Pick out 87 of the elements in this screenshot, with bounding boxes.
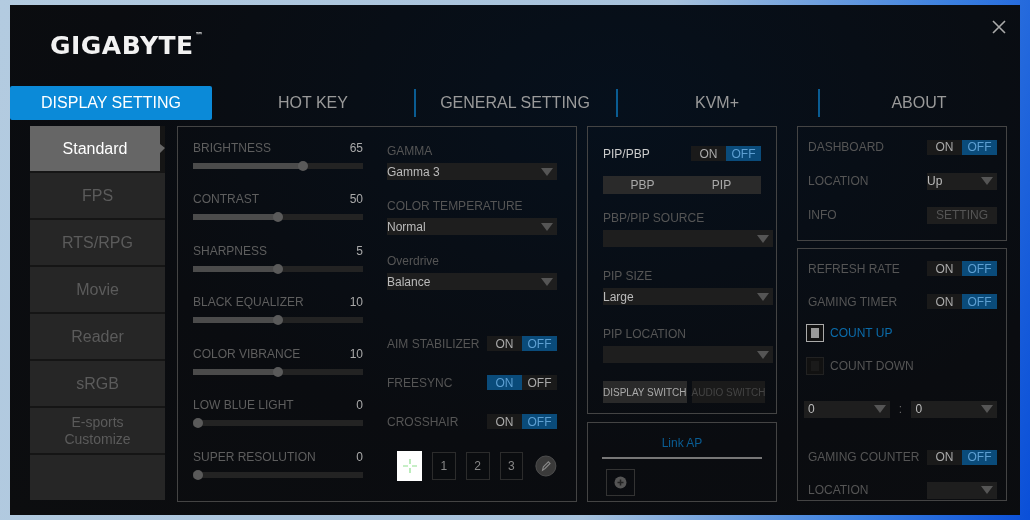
dropdown-label: PBP/PIP SOURCE: [603, 211, 706, 225]
dropdown-label: PIP LOCATION: [603, 327, 687, 341]
slider-label: CONTRAST: [193, 192, 259, 209]
on-off-switch[interactable]: ON OFF: [487, 336, 557, 351]
on-off-switch[interactable]: ON OFF: [487, 375, 557, 390]
slider-value: 50: [349, 192, 363, 209]
dropdown-label: COLOR TEMPERATURE: [387, 199, 524, 213]
slider-value: 5: [356, 243, 363, 260]
mode-button[interactable]: PIP: [682, 176, 761, 194]
slider[interactable]: [193, 368, 363, 375]
switch-label: REFRESH RATE: [808, 261, 900, 276]
caret-icon: [757, 350, 769, 359]
mode-button[interactable]: PBP: [603, 176, 682, 194]
dropdown-label: LOCATION: [808, 174, 869, 188]
caret-icon: [757, 292, 769, 301]
switch-label: PIP/PBP: [603, 146, 650, 161]
pencil-icon[interactable]: [535, 453, 557, 479]
tab[interactable]: ABOUT: [818, 86, 1020, 120]
tab[interactable]: KVM+: [616, 86, 818, 120]
dropdown[interactable]: 0: [804, 400, 890, 418]
radio-label[interactable]: COUNT UP: [830, 325, 893, 340]
crosshair-preview[interactable]: [397, 451, 423, 481]
tab[interactable]: DISPLAY SETTING: [10, 86, 212, 120]
crosshair-slot[interactable]: 3: [499, 452, 524, 480]
caret-icon: [873, 405, 886, 414]
slider-label: BLACK EQUALIZER: [193, 295, 304, 312]
dropdown[interactable]: Gamma 3: [387, 163, 557, 180]
dropdown[interactable]: Normal: [387, 218, 557, 235]
dropdown[interactable]: Balance: [387, 273, 557, 290]
on-off-switch[interactable]: ON OFF: [927, 449, 997, 465]
switch-label: GAMING COUNTER: [808, 450, 920, 465]
slider-value: 65: [349, 141, 363, 157]
slider[interactable]: [193, 471, 363, 478]
preset-item[interactable]: Standard: [30, 126, 165, 171]
caret-icon: [981, 177, 993, 185]
tab[interactable]: HOT KEY: [212, 86, 414, 120]
crosshair-slot[interactable]: 2: [465, 452, 490, 480]
radio-box[interactable]: [806, 323, 824, 342]
dropdown[interactable]: Up: [927, 172, 997, 190]
slider[interactable]: [193, 420, 363, 427]
on-off-switch[interactable]: ON OFF: [927, 294, 997, 310]
close-icon[interactable]: [992, 20, 1006, 34]
slider[interactable]: [193, 163, 363, 169]
slider[interactable]: [193, 214, 363, 221]
caret-icon: [541, 167, 553, 176]
time-separator: :: [897, 402, 904, 417]
slider-value: 10: [349, 295, 363, 312]
slider-label: LOW BLUE LIGHT: [193, 398, 294, 415]
slider-value: 0: [356, 398, 363, 415]
add-button[interactable]: [606, 469, 635, 496]
switch-label: DASHBOARD: [808, 140, 884, 154]
crosshair-slot[interactable]: 1: [432, 452, 456, 480]
slider-label: BRIGHTNESS: [193, 141, 271, 157]
dropdown[interactable]: Large: [603, 288, 773, 305]
caret-icon: [757, 234, 769, 243]
switch-button[interactable]: DISPLAY SWITCH: [603, 381, 687, 403]
slider[interactable]: [193, 317, 363, 324]
dropdown-label: Overdrive: [387, 254, 440, 268]
on-off-switch[interactable]: ON OFF: [487, 414, 557, 429]
dropdown-label: PIP SIZE: [603, 269, 654, 283]
slider[interactable]: [193, 265, 363, 272]
dropdown-label: LOCATION: [808, 483, 869, 498]
crosshair-icon: [401, 458, 418, 474]
on-off-switch[interactable]: ON OFF: [691, 146, 761, 161]
dropdown[interactable]: 0: [911, 400, 997, 418]
slider-value: 10: [349, 346, 363, 363]
slider-value: 0: [356, 449, 363, 466]
caret-icon: [541, 277, 553, 286]
caret-icon: [981, 405, 993, 414]
on-off-switch[interactable]: ON OFF: [927, 261, 997, 277]
on-off-switch[interactable]: ON OFF: [927, 139, 997, 155]
radio-box[interactable]: [806, 357, 824, 376]
switch-label: CROSSHAIR: [387, 414, 459, 429]
caret-icon: [981, 486, 993, 495]
dropdown-label: GAMMA: [387, 144, 434, 158]
logo: GIGABYTE$^{™}$: [50, 31, 204, 60]
slider-label: COLOR VIBRANCE: [193, 346, 301, 363]
info-label: INFO: [808, 208, 837, 222]
plus-icon: [614, 476, 627, 489]
dropdown[interactable]: [927, 481, 997, 499]
switch-label: FREESYNC: [387, 375, 453, 390]
tab[interactable]: GENERAL SETTING: [414, 86, 616, 120]
caret-icon: [541, 222, 553, 231]
slider-label: SHARPNESS: [193, 243, 268, 260]
slider-label: SUPER RESOLUTION: [193, 449, 316, 466]
switch-label: AIM STABILIZER: [387, 336, 480, 351]
switch-label: GAMING TIMER: [808, 294, 898, 309]
